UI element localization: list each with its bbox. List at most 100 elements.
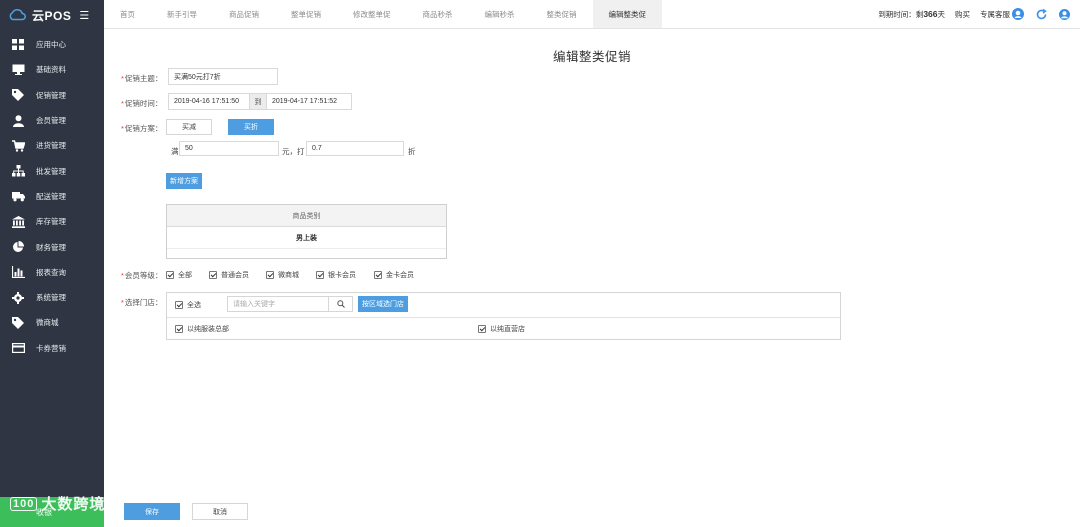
expiry-days: 366 <box>923 9 938 19</box>
checkbox-checked-icon <box>374 271 382 279</box>
tab-edit-flash-sale[interactable]: 编辑秒杀 <box>469 0 531 28</box>
threshold-amount-input[interactable]: 50 <box>179 141 279 156</box>
expiry-suffix: 天 <box>937 9 946 19</box>
renew-link[interactable]: 购买 <box>955 9 970 20</box>
scheme-mid: 元，打 <box>282 147 305 156</box>
tab-strip: 首页 新手引导 商品促销 整单促销 修改整单促 商品秒杀 编辑秒杀 整类促销 编… <box>104 0 662 28</box>
discount-rate-input[interactable]: 0.7 <box>306 141 404 156</box>
category-table-header: 商品类别 <box>167 205 446 227</box>
store-checkbox-hq[interactable]: 以纯服装总部 <box>175 324 229 334</box>
sidebar-item-label: 系统管理 <box>36 293 66 303</box>
sidebar-item-finance[interactable]: 财务管理 <box>0 234 104 259</box>
card-icon <box>11 342 25 354</box>
save-button[interactable]: 保存 <box>124 503 180 520</box>
sidebar-item-label: 微商城 <box>36 318 59 328</box>
tab-product-promo[interactable]: 商品促销 <box>213 0 275 28</box>
brand-name: 云POS <box>32 8 72 23</box>
bar-chart-icon <box>11 266 25 279</box>
org-chart-icon <box>11 165 25 177</box>
member-level-mall-checkbox[interactable]: 微商城 <box>266 270 299 280</box>
checkbox-checked-icon <box>316 271 324 279</box>
sidebar-item-label: 报表查询 <box>36 267 66 277</box>
truck-icon <box>11 190 25 202</box>
theme-label: *促销主题： <box>121 74 163 83</box>
store-checkbox-direct[interactable]: 以纯直营店 <box>478 324 525 334</box>
sidebar-item-app-center[interactable]: 应用中心 <box>0 32 104 57</box>
monitor-icon <box>11 64 25 76</box>
sidebar-item-inventory[interactable]: 库存管理 <box>0 209 104 234</box>
theme-input[interactable]: 买满50元打7折 <box>168 68 278 85</box>
table-footer <box>167 249 446 258</box>
category-table: 商品类别 男上装 <box>166 204 447 259</box>
checkbox-checked-icon <box>266 271 274 279</box>
sidebar-item-promotion[interactable]: 促销管理 <box>0 83 104 108</box>
sidebar-item-micro-mall[interactable]: 微商城 <box>0 310 104 335</box>
time-separator: 到 <box>250 93 266 110</box>
time-label: *促销时间： <box>121 99 163 108</box>
sidebar-item-label: 卡券营销 <box>36 343 66 353</box>
table-row[interactable]: 男上装 <box>167 227 446 249</box>
sidebar-item-coupon[interactable]: 卡券营销 <box>0 336 104 361</box>
member-level-label: *会员等级： <box>121 271 163 280</box>
support-link[interactable]: 专属客服 <box>980 9 1010 20</box>
member-level-all-checkbox[interactable]: 全部 <box>166 270 192 280</box>
sidebar-item-label: 会员管理 <box>36 116 66 126</box>
sidebar-item-wholesale[interactable]: 批发管理 <box>0 158 104 183</box>
start-time-input[interactable]: 2019-04-16 17:51:50 <box>168 93 250 110</box>
refresh-icon[interactable] <box>1036 8 1047 20</box>
sidebar-item-label: 库存管理 <box>36 217 66 227</box>
sidebar-item-label: 基础资料 <box>36 65 66 75</box>
store-select-all-checkbox[interactable]: 全选 <box>175 300 201 310</box>
main-content: 编辑整类促销 *促销主题： 买满50元打7折 *促销时间： 2019-04-16… <box>104 30 1080 527</box>
member-level-silver-checkbox[interactable]: 银卡会员 <box>316 270 356 280</box>
page-title: 编辑整类促销 <box>552 50 631 64</box>
sidebar-item-reports[interactable]: 报表查询 <box>0 260 104 285</box>
store-search-input[interactable]: 请输入关键字 <box>227 296 329 312</box>
store-label: *选择门店： <box>121 298 163 307</box>
store-panel-divider <box>167 317 840 318</box>
watermark-logo: 100 <box>10 496 38 511</box>
add-scheme-button[interactable]: 新增方案 <box>166 173 202 189</box>
tag-icon <box>11 316 25 329</box>
scheme-suffix: 折 <box>408 147 416 156</box>
filter-by-region-button[interactable]: 按区域选门店 <box>358 296 408 312</box>
tab-home[interactable]: 首页 <box>104 0 151 28</box>
tab-edit-category-promo[interactable]: 编辑整类促 <box>592 0 662 28</box>
tab-edit-order-promo[interactable]: 修改整单促 <box>337 0 407 28</box>
checkbox-checked-icon <box>209 271 217 279</box>
brand: 云POS ☰ <box>0 0 104 30</box>
cancel-button[interactable]: 取消 <box>192 503 248 520</box>
member-level-gold-checkbox[interactable]: 金卡会员 <box>374 270 414 280</box>
sidebar-item-delivery[interactable]: 配送管理 <box>0 184 104 209</box>
search-icon[interactable] <box>329 296 353 312</box>
tag-icon <box>11 89 25 102</box>
sidebar-item-system[interactable]: 系统管理 <box>0 285 104 310</box>
cart-icon <box>11 140 25 152</box>
tab-flash-sale[interactable]: 商品秒杀 <box>407 0 469 28</box>
bank-icon <box>11 215 25 228</box>
scheme-option-reduce[interactable]: 买减 <box>166 119 212 135</box>
watermark: 100 大数跨境 <box>10 493 105 514</box>
member-level-normal-checkbox[interactable]: 普通会员 <box>209 270 249 280</box>
sidebar-item-purchase[interactable]: 进货管理 <box>0 133 104 158</box>
menu-toggle-icon[interactable]: ☰ <box>79 9 89 22</box>
checkbox-checked-icon <box>175 325 183 333</box>
tab-guide[interactable]: 新手引导 <box>151 0 213 28</box>
sidebar-item-label: 配送管理 <box>36 191 66 201</box>
checkbox-checked-icon <box>175 301 183 309</box>
scheme-prefix: 满 <box>171 147 179 156</box>
checkbox-checked-icon <box>166 271 174 279</box>
tab-order-promo[interactable]: 整单促销 <box>275 0 337 28</box>
sidebar: 云POS ☰ 应用中心 基础资料 促销管理 会员管理 进货管理 批发管理 配送管… <box>0 0 104 527</box>
watermark-text: 大数跨境 <box>41 496 106 513</box>
top-bar: 首页 新手引导 商品促销 整单促销 修改整单促 商品秒杀 编辑秒杀 整类促销 编… <box>104 0 1080 29</box>
tab-category-promo[interactable]: 整类促销 <box>531 0 593 28</box>
sidebar-item-basic-data[interactable]: 基础资料 <box>0 57 104 82</box>
scheme-option-discount[interactable]: 买折 <box>228 119 274 135</box>
store-panel: 全选 请输入关键字 按区域选门店 以纯服装总部 以纯直营店 <box>166 292 841 340</box>
end-time-input[interactable]: 2019-04-17 17:51:52 <box>266 93 352 110</box>
support-avatar-icon[interactable] <box>1012 8 1024 20</box>
user-account-icon[interactable] <box>1059 8 1070 20</box>
pie-chart-icon <box>11 241 25 253</box>
sidebar-item-member[interactable]: 会员管理 <box>0 108 104 133</box>
